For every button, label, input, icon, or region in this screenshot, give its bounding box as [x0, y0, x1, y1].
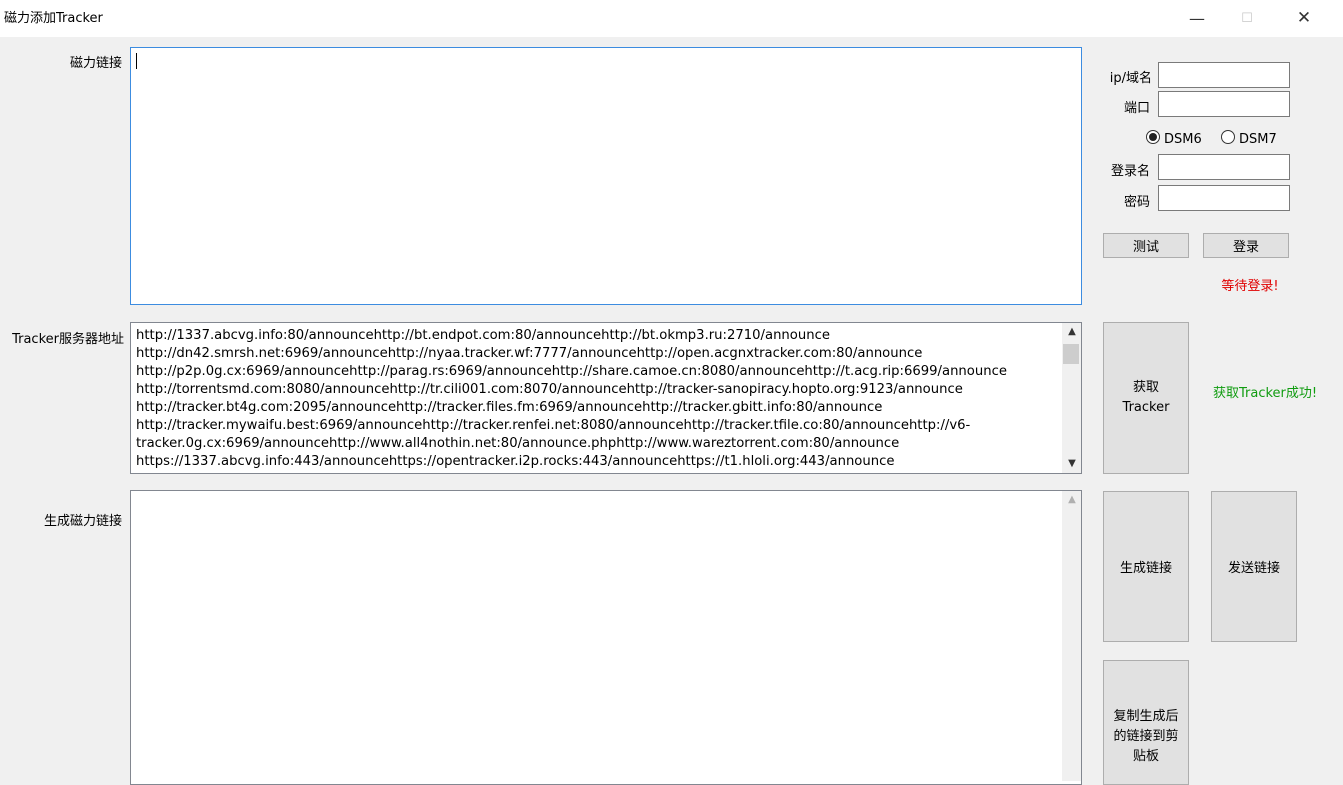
- generated-scrollbar[interactable]: ▲: [1061, 491, 1081, 781]
- tracker-server-label: Tracker服务器地址: [12, 332, 124, 347]
- port-label: 端口: [1123, 101, 1150, 116]
- test-button[interactable]: 测试: [1103, 233, 1189, 258]
- login-button[interactable]: 登录: [1203, 233, 1289, 258]
- generate-link-button[interactable]: 生成链接: [1103, 491, 1189, 642]
- dsm7-label: DSM7: [1239, 132, 1277, 147]
- generated-magnet-label: 生成磁力链接: [43, 514, 122, 529]
- text-caret: [136, 53, 137, 69]
- dsm7-radio[interactable]: DSM7: [1221, 130, 1277, 147]
- magnet-link-input[interactable]: [130, 47, 1082, 305]
- title-bar: [0, 0, 1343, 37]
- close-button[interactable]: ✕: [1281, 0, 1327, 37]
- scroll-up-icon[interactable]: ▲: [1062, 491, 1082, 509]
- scroll-down-icon[interactable]: ▼: [1062, 455, 1082, 473]
- password-label: 密码: [1123, 195, 1150, 210]
- magnet-link-label: 磁力链接: [69, 56, 122, 71]
- tracker-status: 获取Tracker成功!: [1213, 386, 1318, 401]
- send-link-button[interactable]: 发送链接: [1211, 491, 1297, 642]
- generated-magnet-textarea[interactable]: [130, 490, 1082, 785]
- radio-unselected-icon: [1221, 130, 1235, 144]
- login-name-label: 登录名: [1110, 164, 1150, 179]
- copy-to-clipboard-button[interactable]: 复制生成后 的链接到剪 贴板: [1103, 660, 1189, 785]
- tracker-server-textarea[interactable]: http://1337.abcvg.info:80/announcehttp:/…: [130, 322, 1082, 474]
- login-name-input[interactable]: [1158, 154, 1290, 180]
- radio-selected-icon: [1146, 130, 1160, 144]
- tracker-server-text: http://1337.abcvg.info:80/announcehttp:/…: [136, 328, 1007, 469]
- login-status: 等待登录!: [1221, 279, 1279, 294]
- maximize-button[interactable]: ☐: [1224, 0, 1270, 37]
- get-tracker-button[interactable]: 获取 Tracker: [1103, 322, 1189, 474]
- tracker-scroll-thumb[interactable]: [1063, 344, 1079, 364]
- ip-domain-label: ip/域名: [1109, 71, 1152, 86]
- dsm6-radio[interactable]: DSM6: [1146, 130, 1202, 147]
- password-input[interactable]: [1158, 185, 1290, 211]
- dsm6-label: DSM6: [1164, 132, 1202, 147]
- minimize-button[interactable]: —: [1174, 0, 1220, 37]
- ip-domain-input[interactable]: [1158, 62, 1290, 88]
- window-title: 磁力添加Tracker: [4, 11, 103, 26]
- scroll-up-icon[interactable]: ▲: [1062, 323, 1082, 341]
- port-input[interactable]: [1158, 91, 1290, 117]
